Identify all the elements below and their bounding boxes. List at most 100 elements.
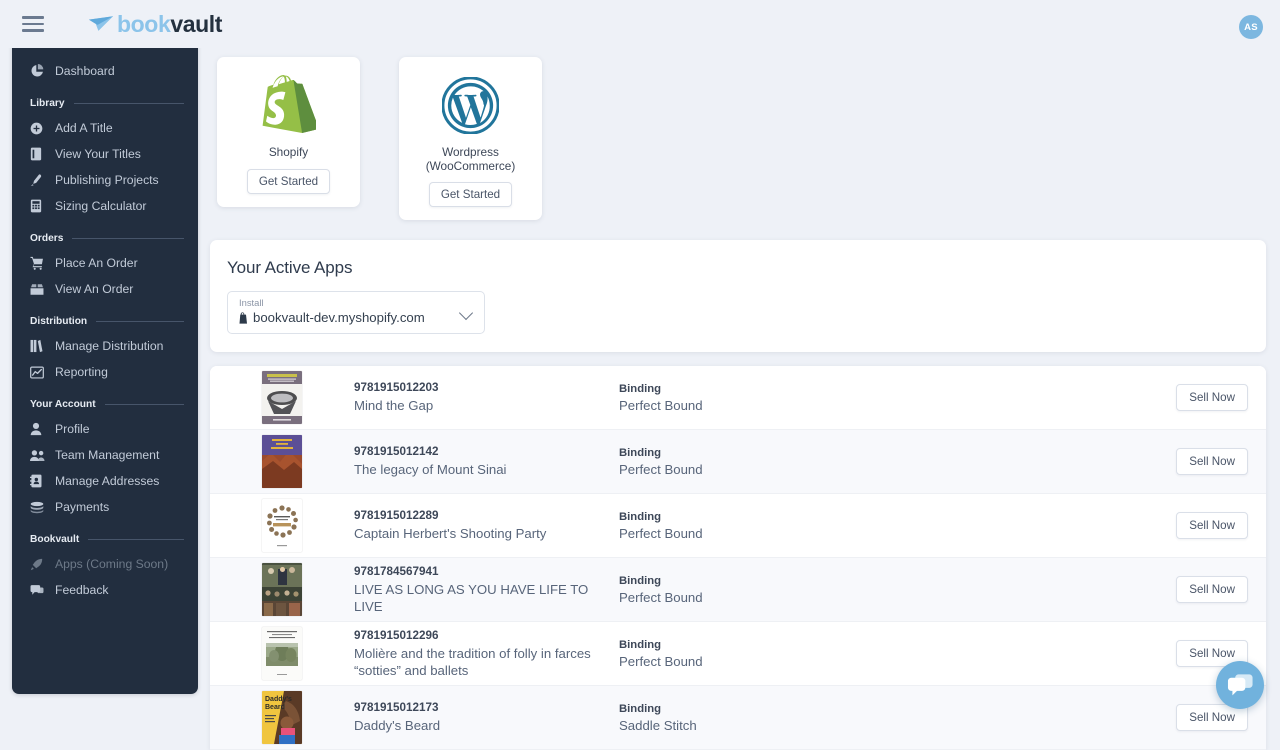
table-row[interactable]: 9781915012296 Molière and the tradition … <box>210 622 1266 686</box>
coins-icon <box>30 500 46 514</box>
table-row[interactable]: Daddy's Beard 9781915012173 Daddy's Bear… <box>210 686 1266 750</box>
cover-cell <box>210 435 354 488</box>
sidebar-item-label: Sizing Calculator <box>55 199 146 213</box>
book-isbn: 9781915012203 <box>354 380 611 397</box>
sidebar: Dashboard Library Add A Title View Your … <box>12 40 198 694</box>
divider <box>72 238 184 239</box>
sidebar-group-library: Library <box>30 98 184 109</box>
sidebar-item-feedback[interactable]: Feedback <box>12 577 198 603</box>
sidebar-group-title: Orders <box>30 233 63 244</box>
binding-cell: Binding Saddle Stitch <box>619 701 819 735</box>
books-shelf-icon <box>30 339 46 353</box>
sidebar-item-publishing-projects[interactable]: Publishing Projects <box>12 167 198 193</box>
book-title: LIVE AS LONG AS YOU HAVE LIFE TO LIVE <box>354 581 611 617</box>
binding-label: Binding <box>619 637 819 653</box>
sidebar-item-label: Team Management <box>55 448 159 462</box>
logo-text-book: book <box>117 11 170 38</box>
app-card-name: Shopify <box>269 146 308 160</box>
book-title: The legacy of Mount Sinai <box>354 461 611 479</box>
plus-circle-icon <box>30 121 46 135</box>
sidebar-group-bookvault: Bookvault <box>30 534 184 545</box>
hamburger-icon[interactable] <box>22 16 44 32</box>
sidebar-item-label: Dashboard <box>55 64 115 78</box>
sidebar-item-label: Place An Order <box>55 256 138 270</box>
sidebar-item-label: Reporting <box>55 365 108 379</box>
sidebar-item-place-an-order[interactable]: Place An Order <box>12 250 198 276</box>
active-apps-panel: Your Active Apps Install bookvault-dev.m… <box>210 240 1266 352</box>
get-started-button[interactable]: Get Started <box>247 169 330 194</box>
book-cover-thumbnail: Daddy's Beard <box>262 691 302 744</box>
chat-bubbles-icon <box>30 583 46 597</box>
install-select-value-row: bookvault-dev.myshopify.com <box>239 310 474 327</box>
app-card-name: Wordpress (WooCommerce) <box>426 146 516 173</box>
main-content: Shopify Get Started Wordpress (WooCommer… <box>198 48 1280 720</box>
shopify-logo-icon <box>262 74 316 137</box>
book-isbn: 9781915012142 <box>354 444 611 461</box>
sell-now-button[interactable]: Sell Now <box>1176 384 1248 411</box>
sidebar-item-label: Manage Addresses <box>55 474 159 488</box>
sidebar-item-manage-distribution[interactable]: Manage Distribution <box>12 333 198 359</box>
sell-now-button[interactable]: Sell Now <box>1176 448 1248 475</box>
wordpress-logo-icon <box>442 74 499 137</box>
divider <box>88 539 184 540</box>
hamburger-line <box>22 23 44 26</box>
sidebar-item-sizing-calculator[interactable]: Sizing Calculator <box>12 193 198 219</box>
sidebar-item-reporting[interactable]: Reporting <box>12 359 198 385</box>
binding-value: Perfect Bound <box>619 525 819 542</box>
sidebar-group-orders: Orders <box>30 233 184 244</box>
sidebar-item-label: Apps (Coming Soon) <box>55 557 168 571</box>
chat-widget-button[interactable] <box>1216 661 1264 709</box>
table-row[interactable]: 9781915012289 Captain Herbert's Shooting… <box>210 494 1266 558</box>
sidebar-item-profile[interactable]: Profile <box>12 416 198 442</box>
sidebar-item-label: Payments <box>55 500 109 514</box>
sidebar-item-label: View An Order <box>55 282 133 296</box>
action-cell: Sell Now <box>819 512 1266 539</box>
sidebar-item-view-your-titles[interactable]: View Your Titles <box>12 141 198 167</box>
book-info-cell: 9781915012296 Molière and the tradition … <box>354 628 619 681</box>
app-card-shopify[interactable]: Shopify Get Started <box>217 57 360 207</box>
divider <box>96 321 184 322</box>
binding-label: Binding <box>619 445 819 461</box>
sidebar-item-view-an-order[interactable]: View An Order <box>12 276 198 302</box>
integration-cards: Shopify Get Started Wordpress (WooCommer… <box>198 48 1280 220</box>
bookvault-logo[interactable]: bookvault <box>88 11 222 38</box>
binding-cell: Binding Perfect Bound <box>619 637 819 671</box>
install-select[interactable]: Install bookvault-dev.myshopify.com <box>227 291 485 334</box>
active-apps-title: Your Active Apps <box>227 258 1266 278</box>
book-cover-thumbnail <box>262 371 302 424</box>
users-icon <box>30 448 46 462</box>
logo-text-vault: vault <box>170 11 222 38</box>
book-info-cell: 9781915012173 Daddy's Beard <box>354 700 619 735</box>
binding-value: Saddle Stitch <box>619 717 819 734</box>
book-title: Mind the Gap <box>354 397 611 415</box>
binding-value: Perfect Bound <box>619 589 819 606</box>
sell-now-button[interactable]: Sell Now <box>1176 512 1248 539</box>
sidebar-item-payments[interactable]: Payments <box>12 494 198 520</box>
avatar[interactable]: AS <box>1239 15 1263 39</box>
book-isbn: 9781915012296 <box>354 628 611 645</box>
sidebar-item-manage-addresses[interactable]: Manage Addresses <box>12 468 198 494</box>
table-row[interactable]: 9781784567941 LIVE AS LONG AS YOU HAVE L… <box>210 558 1266 622</box>
action-cell: Sell Now <box>819 640 1266 667</box>
action-cell: Sell Now <box>819 384 1266 411</box>
sell-now-button[interactable]: Sell Now <box>1176 576 1248 603</box>
rocket-icon <box>30 557 46 571</box>
sidebar-item-label: Add A Title <box>55 121 113 135</box>
binding-label: Binding <box>619 701 819 717</box>
sidebar-item-dashboard[interactable]: Dashboard <box>12 58 198 84</box>
table-row[interactable]: 9781915012142 The legacy of Mount Sinai … <box>210 430 1266 494</box>
cover-cell <box>210 371 354 424</box>
binding-label: Binding <box>619 509 819 525</box>
sidebar-item-add-a-title[interactable]: Add A Title <box>12 115 198 141</box>
binding-label: Binding <box>619 381 819 397</box>
book-title: Captain Herbert's Shooting Party <box>354 525 611 543</box>
bird-swoosh-icon <box>88 15 114 33</box>
app-card-wordpress[interactable]: Wordpress (WooCommerce) Get Started <box>399 57 542 220</box>
sidebar-group-your-account: Your Account <box>30 399 184 410</box>
sidebar-item-label: Publishing Projects <box>55 173 159 187</box>
hamburger-line <box>22 16 44 19</box>
sidebar-item-label: Feedback <box>55 583 109 597</box>
get-started-button[interactable]: Get Started <box>429 182 512 207</box>
sidebar-item-team-management[interactable]: Team Management <box>12 442 198 468</box>
table-row[interactable]: 9781915012203 Mind the Gap Binding Perfe… <box>210 366 1266 430</box>
